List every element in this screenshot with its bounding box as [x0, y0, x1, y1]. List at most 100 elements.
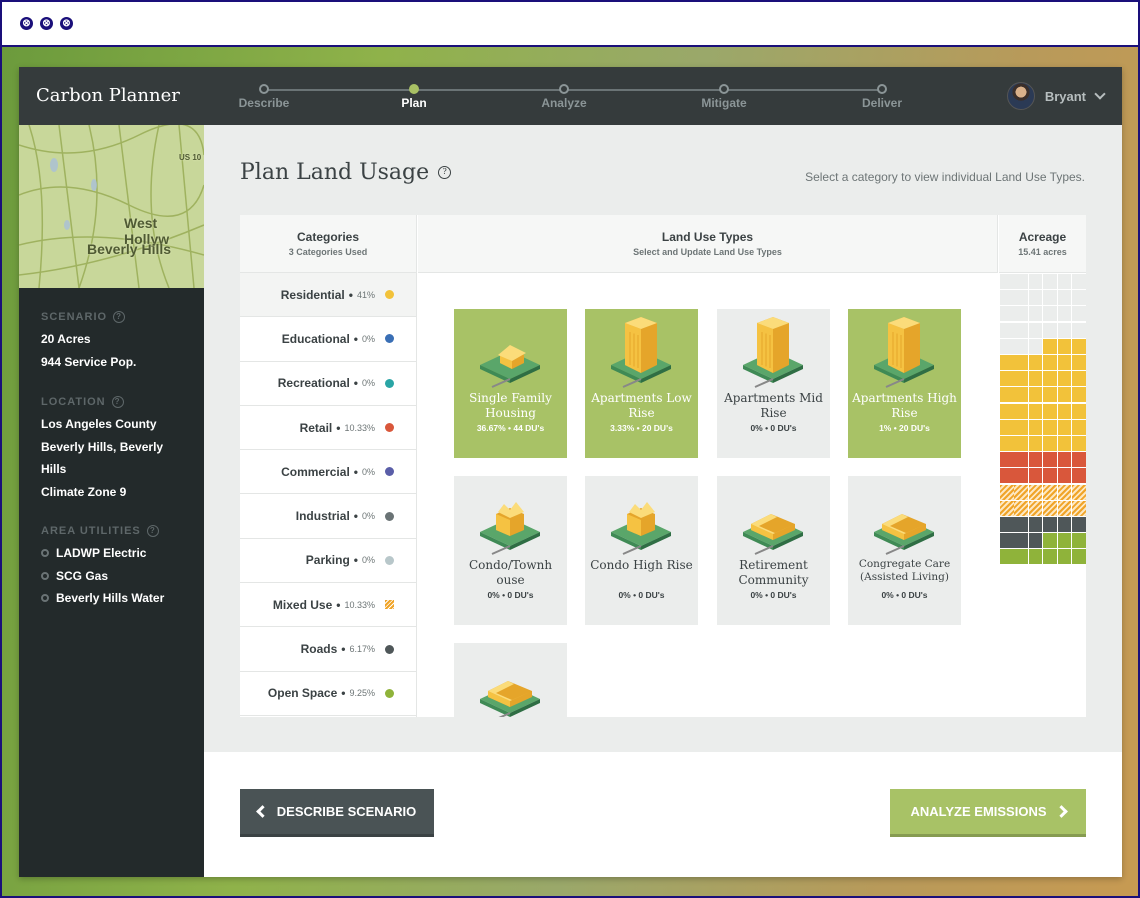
column-title: Acreage: [1018, 230, 1067, 244]
category-row-parking[interactable]: Parking • 0%: [240, 539, 416, 584]
land-use-tile[interactable]: [454, 643, 567, 717]
scenario-section: SCENARIO? 20 Acres 944 Service Pop.: [41, 311, 201, 373]
acreage-cell-empty: [1072, 274, 1086, 289]
acreage-cell-residential: [1000, 403, 1014, 419]
land-use-tile[interactable]: Congregate Care (Assisted Living) 0% • 0 …: [848, 476, 961, 625]
acreage-cell-empty: [1014, 306, 1028, 322]
ring-icon: [41, 594, 49, 603]
acreage-cell-mixed: [1043, 500, 1057, 516]
category-row-retail[interactable]: Retail • 10.33%: [240, 406, 416, 451]
step-describe[interactable]: Describe: [214, 84, 314, 110]
window-frame: ⊗ ⊗ ⊗ Carbon Planner Describe Plan Analy…: [2, 2, 1138, 896]
app-brand: Carbon Planner: [36, 85, 180, 106]
acreage-cell-residential: [1057, 436, 1072, 451]
tower-icon: [611, 317, 671, 388]
category-row-commercial[interactable]: Commercial • 0%: [240, 450, 416, 495]
tile-name: Condo High Rise: [590, 558, 693, 572]
step-analyze[interactable]: Analyze: [514, 84, 614, 110]
step-label: Deliver: [861, 96, 903, 110]
sidebar: West Hollyw Beverly Hills US 10 SCENARIO…: [19, 125, 204, 877]
utilities-section: AREA UTILITIES? LADWP Electric SCG Gas B…: [41, 525, 201, 610]
lshape-icon: [480, 681, 540, 717]
category-row-industrial[interactable]: Industrial • 0%: [240, 494, 416, 539]
step-plan[interactable]: Plan: [364, 84, 464, 110]
land-use-tile[interactable]: Single Family Housing 36.67% • 44 DU's: [454, 309, 567, 458]
tile-name: Retirement Community: [738, 558, 809, 587]
help-icon[interactable]: ?: [113, 311, 126, 323]
category-row-mixed-use[interactable]: Mixed Use • 10.33%: [240, 583, 416, 628]
lshape-icon: [743, 514, 803, 555]
describe-scenario-button[interactable]: DESCRIBE SCENARIO: [240, 789, 434, 837]
page-title-text: Plan Land Usage: [240, 160, 430, 185]
acreage-cell-mixed: [1028, 500, 1043, 516]
minimize-window-button[interactable]: ⊗: [40, 17, 53, 30]
acreage-cell-open: [1072, 549, 1086, 565]
category-name: Educational: [281, 331, 350, 346]
townhouse-icon: [480, 502, 540, 555]
category-color-dot-icon: [385, 644, 394, 654]
acreage-cell-residential: [1028, 419, 1043, 435]
utility-label: LADWP Electric: [56, 546, 147, 560]
acreage-cell-empty: [1028, 290, 1043, 306]
location-map[interactable]: West Hollyw Beverly Hills US 10: [19, 125, 204, 288]
land-use-tile[interactable]: Condo High Rise 0% • 0 DU's: [585, 476, 698, 625]
lshape-icon: [874, 514, 934, 555]
acreage-cell-open: [1000, 549, 1014, 565]
category-percent: 6.17%: [349, 644, 375, 655]
acreage-cell-residential: [1043, 403, 1057, 419]
category-name: Open Space: [267, 686, 338, 701]
category-row-recreational[interactable]: Recreational • 0%: [240, 362, 416, 406]
close-window-button[interactable]: ⊗: [20, 17, 33, 30]
analyze-emissions-button[interactable]: ANALYZE EMISSIONS: [890, 789, 1086, 837]
acreage-cell-mixed: [1000, 500, 1014, 516]
category-row-open-space[interactable]: Open Space • 9.25%: [240, 672, 416, 716]
step-label: Describe: [238, 96, 290, 110]
help-icon[interactable]: ?: [146, 525, 159, 537]
map-label: US 10: [179, 153, 202, 162]
step-deliver[interactable]: Deliver: [832, 84, 932, 110]
category-percent: 41%: [356, 289, 375, 300]
land-use-tile[interactable]: Retirement Community 0% • 0 DU's: [717, 476, 830, 625]
window-titlebar: ⊗ ⊗ ⊗: [2, 2, 1138, 47]
acreage-cell-mixed: [1072, 500, 1086, 516]
acreage-cell-residential: [1028, 387, 1043, 403]
bullet-separator: •: [353, 553, 358, 568]
chevron-left-icon: [255, 805, 269, 818]
acreage-cell-empty: [1014, 274, 1028, 289]
category-row-residential[interactable]: Residential • 41%: [240, 273, 416, 318]
step-dot-icon: [719, 84, 729, 94]
category-name: Retail: [299, 420, 333, 435]
acreage-cell-mixed: [1014, 484, 1028, 500]
category-row-roads[interactable]: Roads • 6.17%: [240, 627, 416, 672]
land-use-tile[interactable]: Apartments High Rise 1% • 20 DU's: [848, 309, 961, 458]
categories-header: Categories 3 Categories Used: [240, 215, 417, 273]
acreage-cell-residential: [1043, 436, 1057, 451]
land-use-tile[interactable]: Apartments Low Rise 3.33% • 20 DU's: [585, 309, 698, 458]
acreage-cell-mixed: [1057, 484, 1072, 500]
utility-item: LADWP Electric: [41, 542, 201, 565]
acreage-cell-empty: [1072, 290, 1086, 306]
acreage-cell-retail: [1072, 468, 1086, 484]
step-mitigate[interactable]: Mitigate: [674, 84, 774, 110]
user-menu[interactable]: Bryant: [1006, 82, 1106, 110]
tile-stats: 3.33% • 20 DU's: [610, 423, 673, 433]
acreage-cell-empty: [1057, 322, 1072, 338]
help-icon[interactable]: ?: [111, 396, 124, 408]
app-window: Carbon Planner Describe Plan Analyze Mit…: [19, 67, 1122, 877]
tile-stats: 0% • 0 DU's: [487, 590, 534, 600]
land-use-tile[interactable]: Condo/Townh ouse 0% • 0 DU's: [454, 476, 567, 625]
acreage-cell-residential: [1057, 371, 1072, 387]
acreage-cell-empty: [1028, 274, 1043, 289]
column-title: Categories: [296, 230, 360, 244]
location-city-cont: Hills: [41, 462, 67, 476]
maximize-window-button[interactable]: ⊗: [60, 17, 73, 30]
acreage-cell-roads: [1028, 533, 1043, 549]
acreage-cell-roads: [1043, 517, 1057, 532]
help-icon[interactable]: ?: [438, 166, 452, 179]
acreage-cell-residential: [1043, 371, 1057, 387]
category-row-educational[interactable]: Educational • 0%: [240, 317, 416, 362]
category-percent: 0%: [361, 466, 375, 477]
land-use-tile[interactable]: Apartments Mid Rise 0% • 0 DU's: [717, 309, 830, 458]
category-percent: 0%: [361, 555, 375, 566]
chevron-down-icon: [1094, 88, 1106, 100]
